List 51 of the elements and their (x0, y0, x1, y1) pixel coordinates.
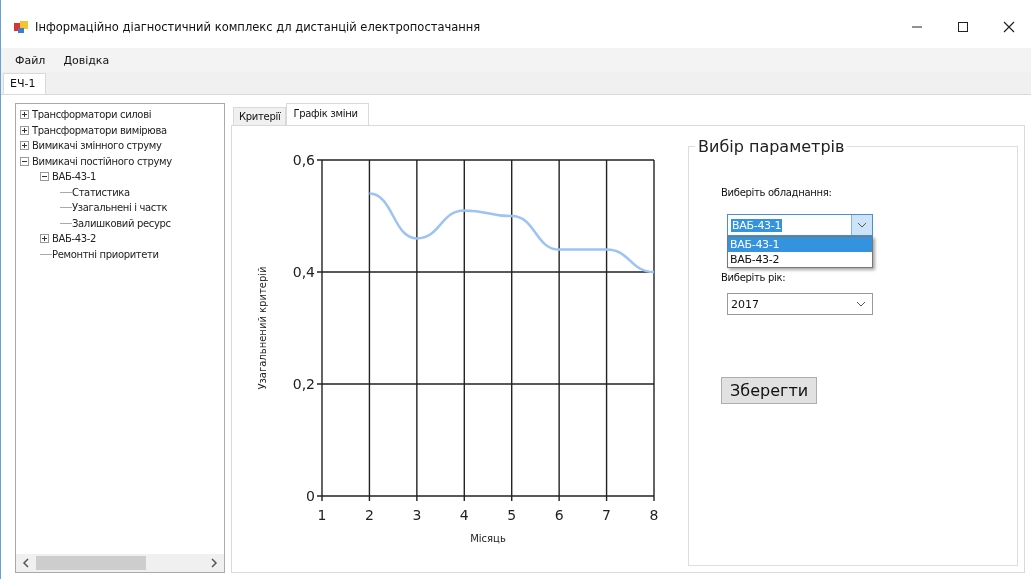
chevron-down-icon (857, 222, 867, 228)
y-tick-label: 0 (306, 488, 315, 504)
x-tick-label: 3 (412, 507, 422, 523)
tree-item[interactable]: Трансформатори вимірюва (32, 124, 167, 136)
x-tick-label: 2 (364, 507, 374, 523)
app-icon (13, 19, 29, 35)
tree-item[interactable]: ВАБ-43-1 (52, 171, 97, 183)
tree-item[interactable]: ВАБ-43-2 (52, 233, 97, 245)
scroll-right-icon[interactable] (210, 558, 218, 568)
expand-icon[interactable] (20, 125, 29, 135)
y-axis-title: Узагальнений критерій (257, 266, 268, 390)
year-combo[interactable]: 2017 (727, 293, 873, 315)
maximize-icon[interactable] (957, 21, 969, 33)
tree-item[interactable]: Статистика (72, 186, 130, 198)
tree-item[interactable]: Ремонтні приоритети (52, 248, 159, 260)
horizontal-scrollbar[interactable] (16, 554, 224, 572)
collapse-icon[interactable] (40, 172, 49, 182)
x-tick-label: 8 (649, 507, 659, 523)
tree-item[interactable]: Залишковий ресурс (72, 217, 171, 229)
dropdown-option[interactable]: ВАБ-43-2 (728, 252, 872, 267)
expand-icon[interactable] (20, 141, 29, 151)
tree-item[interactable]: Узагальнені і частк (72, 202, 168, 214)
y-tick-label: 0,2 (292, 376, 315, 392)
x-tick-label: 4 (459, 507, 469, 523)
scroll-left-icon[interactable] (22, 558, 30, 568)
tab[interactable]: ЕЧ-1 (3, 73, 47, 94)
tab[interactable]: Графік зміни (286, 103, 369, 125)
x-tick-label: 7 (602, 507, 612, 523)
scroll-thumb[interactable] (36, 556, 146, 570)
y-tick-label: 0,6 (292, 152, 315, 168)
tab[interactable]: Критерії (233, 107, 287, 125)
menu-item[interactable]: Файл (15, 51, 46, 69)
equipment-label: Виберіть обладнання: (721, 187, 832, 198)
collapse-icon[interactable] (20, 156, 29, 166)
y-tick-label: 0,4 (292, 264, 315, 280)
window-title: Інформаційно діагностичний комплекс дл дистанцій електропостачання (35, 20, 482, 34)
tree-item[interactable]: Трансформатори силові (32, 109, 152, 121)
x-axis-title: Місяць (470, 533, 506, 544)
chevron-down-icon (856, 301, 866, 307)
tree-item[interactable]: Вимикачі постійного струму (32, 155, 172, 167)
group-title: Вибір параметрів (695, 137, 848, 156)
expand-icon[interactable] (40, 234, 49, 244)
x-tick-label: 5 (507, 507, 517, 523)
save-button[interactable]: Зберегти (721, 377, 818, 404)
tree-item[interactable]: Вимикачі змінного струму (32, 140, 162, 152)
x-tick-label: 1 (317, 507, 327, 523)
menu-item[interactable]: Довідка (63, 51, 110, 69)
close-icon[interactable] (1003, 21, 1015, 33)
x-tick-label: 6 (554, 507, 564, 523)
expand-icon[interactable] (20, 110, 29, 120)
year-label: Виберіть рік: (721, 272, 786, 283)
